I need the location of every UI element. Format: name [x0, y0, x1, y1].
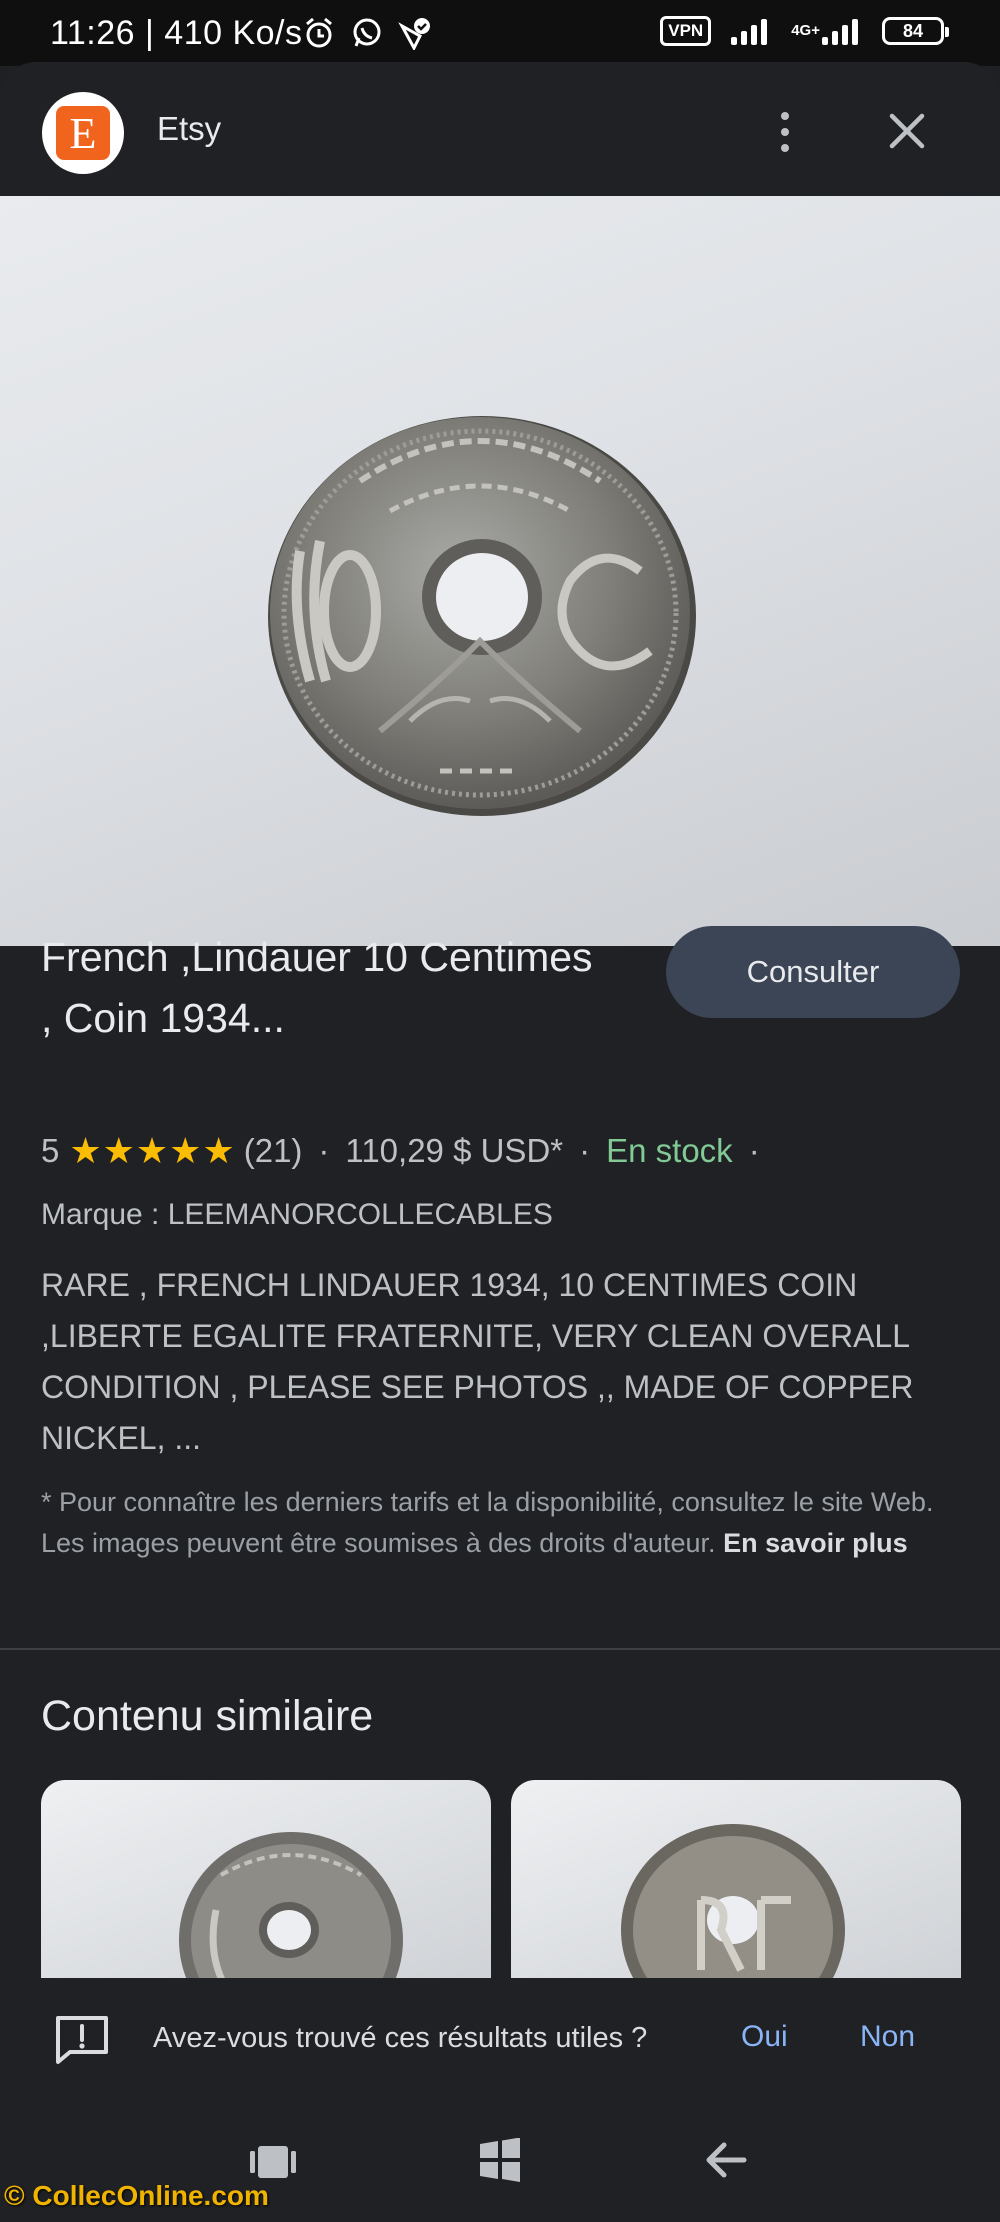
status-bar: 11:26 | 410 Ko/s VPN 4G+ 84 — [0, 0, 1000, 66]
close-icon[interactable] — [880, 104, 934, 158]
status-system-icons: VPN 4G+ 84 — [660, 16, 949, 46]
sheet-header: E Etsy — [0, 62, 1000, 196]
disclaimer: * Pour connaître les derniers tarifs et … — [41, 1482, 961, 1564]
home-icon[interactable] — [478, 2138, 522, 2182]
availability-status: En stock — [606, 1132, 733, 1169]
back-arrow-icon[interactable] — [702, 2136, 750, 2184]
similar-coin-image — [179, 1832, 403, 1980]
rating-value: 5 — [41, 1132, 60, 1169]
product-image[interactable] — [0, 196, 1000, 946]
feedback-yes-button[interactable]: Oui — [741, 2020, 788, 2054]
feedback-question: Avez-vous trouvé ces résultats utiles ? — [153, 2022, 648, 2054]
recents-icon[interactable] — [250, 2142, 296, 2182]
rating-stars-icon: ★★★★★ — [69, 1130, 236, 1171]
product-brand: Marque : LEEMANORCOLLECABLES — [41, 1198, 553, 1231]
separator-dot: · — [318, 1132, 330, 1169]
coin-image — [268, 416, 696, 816]
feedback-no-button[interactable]: Non — [860, 2020, 915, 2054]
learn-more-link[interactable]: En savoir plus — [723, 1528, 908, 1558]
separator-dot: · — [748, 1132, 760, 1169]
more-dot — [781, 144, 789, 152]
site-name[interactable]: Etsy — [157, 110, 221, 148]
review-count: (21) — [243, 1132, 303, 1169]
etsy-logo-icon: E — [56, 106, 110, 160]
battery-icon: 84 — [882, 17, 949, 45]
whatsapp-icon — [353, 18, 381, 47]
section-divider — [0, 1648, 1000, 1650]
delivery-check-icon — [398, 18, 430, 50]
vpn-badge: VPN — [660, 16, 712, 46]
similar-item-card[interactable] — [511, 1780, 961, 1980]
separator-dot: · — [579, 1132, 591, 1169]
feedback-bar: Avez-vous trouvé ces résultats utiles ? … — [0, 1978, 1000, 2102]
status-time: 11:26 | 410 Ko/s — [50, 14, 303, 52]
alarm-icon — [306, 17, 332, 48]
more-dot — [781, 112, 789, 120]
product-description: RARE , FRENCH LINDAUER 1934, 10 CENTIMES… — [41, 1267, 914, 1456]
price: 110,29 $ USD* — [345, 1132, 564, 1169]
product-meta-row: 5 ★★★★★ (21) · 110,29 $ USD* · En stock … — [41, 1128, 776, 1174]
result-sheet: E Etsy French ,Lindauer 10 Centimes , Co… — [0, 62, 1000, 2222]
similar-content-title: Contenu similaire — [41, 1692, 374, 1740]
more-dot — [781, 128, 789, 136]
wifi-signal-icon — [731, 19, 768, 45]
network-type: 4G+ — [791, 22, 820, 39]
site-logo[interactable]: E — [42, 92, 124, 174]
product-title[interactable]: French ,Lindauer 10 Centimes , Coin 1934… — [41, 927, 601, 1049]
more-options-button[interactable] — [765, 102, 805, 162]
visit-button[interactable]: Consulter — [666, 926, 960, 1018]
feedback-icon — [56, 2016, 108, 2064]
similar-item-card[interactable] — [41, 1780, 491, 1980]
cell-signal-icon — [822, 19, 858, 45]
similar-coin-image — [621, 1824, 845, 1980]
status-notification-icons — [302, 16, 432, 50]
watermark: © CollecOnline.com — [4, 2180, 269, 2211]
